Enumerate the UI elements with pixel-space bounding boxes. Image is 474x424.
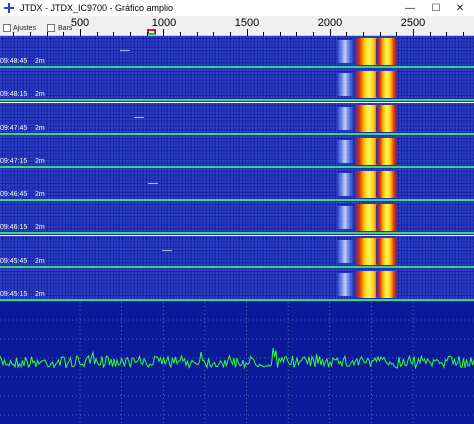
scale-tick [430, 32, 431, 36]
period-separator [0, 66, 474, 68]
scale-tick [230, 32, 231, 36]
tx-frequency-marker[interactable] [147, 29, 156, 35]
period-time-label: 09:46:15 [0, 224, 28, 231]
scale-tick [263, 32, 264, 36]
weak-signal-trace [336, 107, 354, 130]
waterfall-band [0, 69, 474, 102]
waterfall-band [0, 36, 474, 69]
signal-trace [376, 71, 398, 98]
waterfall-display[interactable]: 09:48:45 2m 09:48:15 2m 09:47:45 2m 09:47:15 2m… [0, 36, 474, 302]
waterfall-band [0, 236, 474, 269]
scale-tick [380, 32, 381, 36]
scale-tick [163, 29, 164, 36]
period-time-label: 09:45:15 [0, 291, 28, 298]
spectrum-display[interactable] [0, 302, 474, 424]
period-separator [0, 99, 474, 101]
period-time-label: 09:47:45 [0, 125, 28, 132]
period-time-label: 09:48:45 [0, 58, 28, 65]
period-separator [0, 266, 474, 268]
weak-signal-trace [336, 173, 354, 196]
scale-tick [80, 29, 81, 36]
ajustes-label: Ajustes [13, 25, 36, 32]
close-button[interactable]: ✕ [448, 0, 472, 16]
waterfall-band [0, 136, 474, 169]
period-time-label: 09:46:45 [0, 191, 28, 198]
spectrum-plot [0, 302, 474, 424]
freq-label-1500: 1500 [234, 17, 260, 29]
weak-signal-trace [336, 73, 354, 96]
scale-tick [247, 29, 248, 36]
scale-tick [180, 32, 181, 36]
scale-tick [30, 32, 31, 36]
waterfall-band [0, 169, 474, 202]
weak-signal-trace [336, 206, 354, 229]
noise-streak [162, 250, 172, 251]
period-mode-label: 2m [35, 258, 45, 265]
scale-tick [396, 32, 397, 36]
signal-trace [376, 204, 398, 231]
scale-tick [47, 32, 48, 36]
period-mode-label: 2m [35, 191, 45, 198]
signal-trace [376, 105, 398, 132]
scale-tick [130, 32, 131, 36]
period-separator [0, 232, 474, 234]
noise-streak [134, 117, 144, 118]
window-title: JTDX - JTDX_IC9700 - Gráfico amplio [20, 3, 174, 13]
period-mode-label: 2m [35, 291, 45, 298]
freq-label-2000: 2000 [317, 17, 343, 29]
ajustes-checkbox[interactable] [3, 24, 11, 32]
weak-signal-trace [336, 40, 354, 63]
freq-label-2500: 2500 [400, 17, 426, 29]
scale-tick [313, 32, 314, 36]
jtdx-app-icon [4, 3, 14, 13]
signal-trace [376, 38, 398, 65]
scale-tick [363, 32, 364, 36]
period-time-label: 09:45:45 [0, 258, 28, 265]
scale-tick [13, 32, 14, 36]
period-separator [0, 299, 474, 301]
scale-tick [346, 32, 347, 36]
scale-tick [213, 32, 214, 36]
scale-tick [463, 32, 464, 36]
title-bar: JTDX - JTDX_IC9700 - Gráfico amplio — ☐ … [0, 0, 474, 16]
period-mode-label: 2m [35, 91, 45, 98]
bars-checkbox[interactable] [47, 24, 55, 32]
signal-trace [376, 238, 398, 265]
scale-tick [97, 32, 98, 36]
waterfall-band [0, 103, 474, 136]
scale-tick [296, 32, 297, 36]
minimize-button[interactable]: — [398, 0, 422, 16]
scale-tick [63, 32, 64, 36]
period-mode-label: 2m [35, 224, 45, 231]
period-mode-label: 2m [35, 158, 45, 165]
period-separator [0, 199, 474, 201]
period-time-label: 09:47:15 [0, 158, 28, 165]
freq-label-1000: 1000 [151, 17, 177, 29]
noise-streak [148, 183, 158, 184]
period-mode-label: 2m [35, 58, 45, 65]
period-mode-label: 2m [35, 125, 45, 132]
scale-tick [280, 32, 281, 36]
scale-tick [446, 32, 447, 36]
period-separator [0, 133, 474, 135]
spectrum-trace [0, 347, 474, 370]
scale-tick [147, 32, 148, 36]
signal-trace [376, 171, 398, 198]
maximize-button[interactable]: ☐ [424, 0, 448, 16]
scale-tick [330, 29, 331, 36]
weak-signal-trace [336, 140, 354, 163]
signal-trace [376, 138, 398, 165]
freq-label-500: 500 [70, 17, 90, 29]
weak-signal-trace [336, 273, 354, 296]
weak-signal-trace [336, 240, 354, 263]
noise-streak [120, 50, 130, 51]
scale-tick [197, 32, 198, 36]
scale-tick [413, 29, 414, 36]
signal-trace [376, 271, 398, 298]
waterfall-band [0, 202, 474, 235]
scale-tick [113, 32, 114, 36]
period-separator [0, 166, 474, 168]
waterfall-band [0, 269, 474, 302]
period-time-label: 09:48:15 [0, 91, 28, 98]
